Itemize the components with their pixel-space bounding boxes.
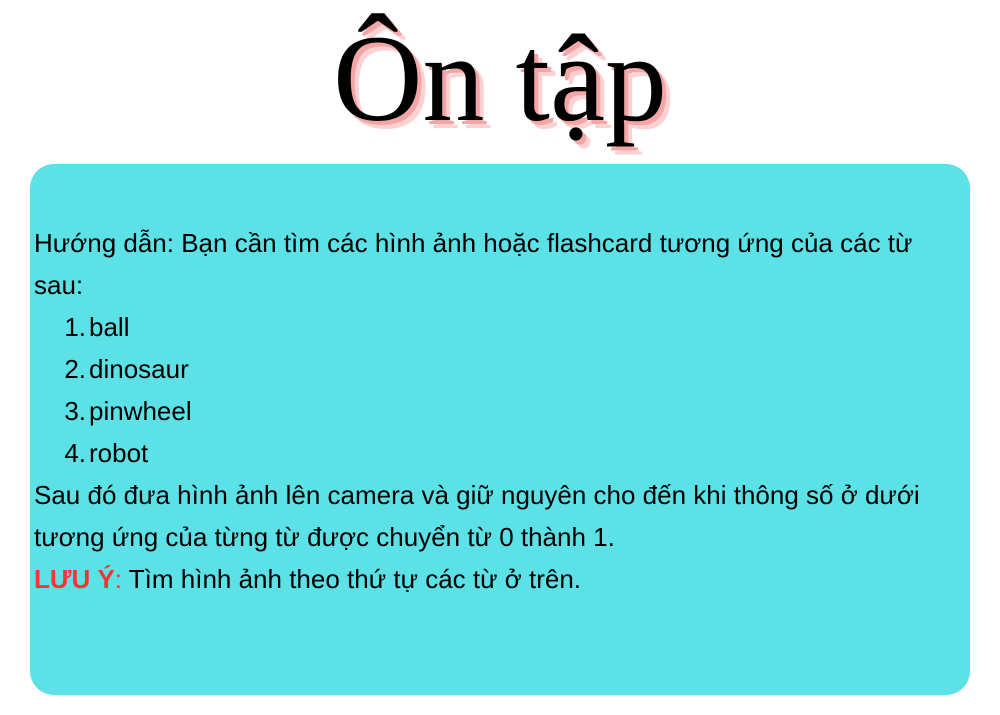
note: LƯU Ý: Tìm hình ảnh theo thứ tự các từ ở…	[34, 558, 962, 600]
word-list: 1. ball 2. dinosaur 3. pinwheel 4. robot	[34, 306, 962, 474]
list-item: 1. ball	[34, 306, 962, 348]
page-title: Ôn tập	[332, 10, 668, 147]
list-item-number: 1.	[64, 312, 86, 342]
note-colon: :	[114, 564, 123, 594]
instructions-intro: Hướng dẫn: Bạn cần tìm các hình ảnh hoặc…	[34, 228, 913, 300]
list-item-word: dinosaur	[89, 354, 189, 384]
note-label: LƯU Ý	[34, 564, 115, 594]
instructions-card: Hướng dẫn: Bạn cần tìm các hình ảnh hoặc…	[30, 164, 970, 695]
list-item-word: ball	[89, 312, 130, 342]
list-item: 4. robot	[34, 432, 962, 474]
instructions-outro: Sau đó đưa hình ảnh lên camera và giữ ng…	[34, 480, 920, 552]
list-item-word: pinwheel	[89, 396, 192, 426]
note-text: Tìm hình ảnh theo thứ tự các từ ở trên.	[122, 564, 582, 594]
list-item-number: 4.	[64, 438, 86, 468]
list-item-number: 3.	[64, 396, 86, 426]
list-item: 2. dinosaur	[34, 348, 962, 390]
list-item: 3. pinwheel	[34, 390, 962, 432]
list-item-word: robot	[89, 438, 149, 468]
page: Ôn tập Hướng dẫn: Bạn cần tìm các hình ả…	[0, 0, 1000, 715]
list-item-number: 2.	[64, 354, 86, 384]
